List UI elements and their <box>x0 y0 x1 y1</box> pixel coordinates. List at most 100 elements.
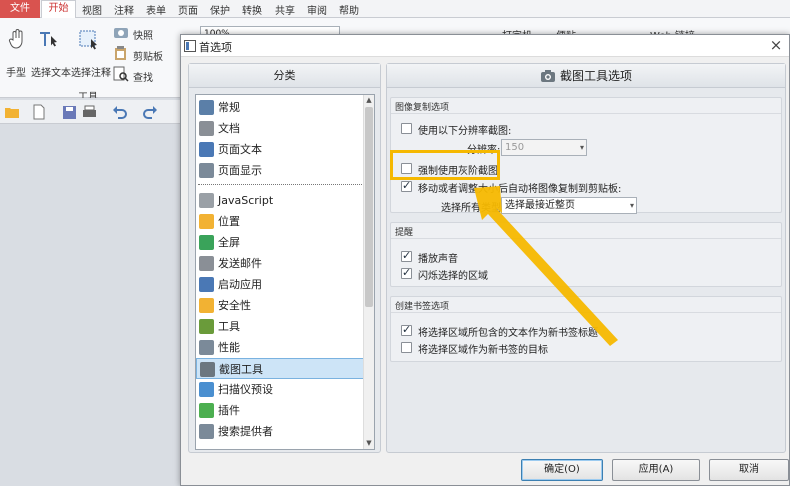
close-icon[interactable]: × <box>767 36 785 54</box>
highlight-box <box>390 150 500 180</box>
tab-convert[interactable]: 转换 <box>242 2 262 17</box>
find-icon[interactable] <box>113 66 129 82</box>
tab-protect[interactable]: 保护 <box>210 2 230 17</box>
category-list[interactable]: 常规文档页面文本页面显示 JavaScript 位置全屏发送邮件 启动应用安全性工具性… <box>195 94 375 450</box>
category-item[interactable]: 发送邮件 <box>196 253 366 274</box>
dialog-titlebar[interactable]: 首选项 × <box>181 35 789 57</box>
tab-page[interactable]: 页面 <box>178 2 198 17</box>
use-resolution-label: 使用以下分辨率截图: <box>418 126 512 137</box>
new-file-icon[interactable] <box>32 104 46 120</box>
tools-icon <box>199 319 214 334</box>
page-display-icon <box>199 163 214 178</box>
clipboard-label[interactable]: 剪贴板 <box>133 48 163 63</box>
move-copy-checkbox[interactable] <box>401 179 412 192</box>
document-area <box>0 98 181 486</box>
tab-comment[interactable]: 注释 <box>114 2 134 17</box>
category-item[interactable]: 常规 <box>196 97 366 118</box>
tab-share[interactable]: 共享 <box>275 2 295 17</box>
category-item[interactable]: 文档 <box>196 118 366 139</box>
category-item-label: 工具 <box>218 320 240 333</box>
tab-form[interactable]: 表单 <box>146 2 166 17</box>
resolution-value: 150 <box>505 142 525 153</box>
category-item[interactable]: 扫描仪预设 <box>196 379 366 400</box>
category-item-label: 常规 <box>218 101 240 114</box>
category-item-label: 页面文本 <box>218 143 262 156</box>
category-item-label: 位置 <box>218 215 240 228</box>
tab-view[interactable]: 视图 <box>82 2 102 17</box>
ok-button[interactable]: 确定(O) <box>521 459 603 481</box>
category-item-label: 全屏 <box>218 236 240 249</box>
category-item-label: 安全性 <box>218 299 251 312</box>
preferences-dialog: 首选项 × 分类 常规 文档 页面文本 页面显示 JavaScript 位置 全屏 发送邮件启… <box>180 34 790 486</box>
category-item[interactable]: 启动应用 <box>196 274 366 295</box>
text-as-title-checkbox[interactable] <box>401 323 412 336</box>
tab-help[interactable]: 帮助 <box>339 2 359 17</box>
apply-button[interactable]: 应用(A) <box>612 459 700 481</box>
snapshot-icon[interactable] <box>113 24 129 40</box>
tab-home[interactable]: 开始 <box>41 0 76 18</box>
reminder-group: 提醒 播放声音 闪烁选择的区域 <box>390 222 782 287</box>
save-icon[interactable] <box>62 105 77 120</box>
reminder-group-title: 提醒 <box>395 228 414 238</box>
tab-file[interactable]: 文件 <box>0 0 40 18</box>
as-target-checkbox[interactable] <box>401 342 412 353</box>
use-resolution-checkbox[interactable] <box>401 123 412 134</box>
category-item-label: 性能 <box>218 341 240 354</box>
open-folder-icon[interactable] <box>4 105 20 119</box>
resolution-combo[interactable]: 150 ▾ <box>501 139 587 156</box>
select-text-icon[interactable] <box>38 28 60 50</box>
bookmark-group: 创建书签选项 将选择区域所包含的文本作为新书签标题 将选择区域作为新书签的目标 <box>390 296 782 362</box>
as-target-label: 将选择区域作为新书签的目标 <box>418 345 548 356</box>
hand-tool-label: 手型 <box>6 68 26 79</box>
print-icon[interactable] <box>82 105 97 120</box>
general-icon <box>199 100 214 115</box>
category-item[interactable]: 性能 <box>196 337 366 358</box>
options-header-label: 截图工具选项 <box>559 69 632 83</box>
search-provider-icon <box>199 424 214 439</box>
camera-icon <box>540 70 555 82</box>
category-item[interactable]: JavaScript <box>196 190 366 211</box>
category-item-label: 文档 <box>218 122 240 135</box>
cancel-button[interactable]: 取消 <box>709 459 789 481</box>
category-item[interactable]: 位置 <box>196 211 366 232</box>
category-scrollbar[interactable]: ▲ ▼ <box>363 95 374 449</box>
category-item[interactable]: 页面显示 <box>196 160 366 181</box>
hand-icon[interactable] <box>6 28 28 50</box>
scroll-down-icon[interactable]: ▼ <box>365 438 373 448</box>
select-annotation-icon[interactable] <box>78 28 100 50</box>
email-icon <box>199 256 214 271</box>
tab-review[interactable]: 审阅 <box>307 2 327 17</box>
group-divider <box>391 312 781 313</box>
play-sound-checkbox[interactable] <box>401 249 412 262</box>
category-item[interactable]: 插件 <box>196 400 366 421</box>
flash-area-checkbox[interactable] <box>401 266 412 279</box>
scrollbar-thumb[interactable] <box>365 107 373 307</box>
find-label[interactable]: 查找 <box>133 69 153 84</box>
scroll-up-icon[interactable]: ▲ <box>365 95 373 105</box>
dialog-title: 首选项 <box>199 41 232 54</box>
category-item[interactable]: 工具 <box>196 316 366 337</box>
category-item-label: 扫描仪预设 <box>218 383 273 396</box>
category-item[interactable]: 全屏 <box>196 232 366 253</box>
category-item[interactable]: 截图工具 <box>196 358 366 379</box>
plugin-icon <box>199 403 214 418</box>
redo-icon[interactable] <box>142 104 158 120</box>
category-item[interactable]: 搜索提供者 <box>196 421 366 442</box>
snapshot-label[interactable]: 快照 <box>133 27 153 42</box>
move-copy-label: 移动或者调整大小后自动将图像复制到剪贴板: <box>418 184 622 195</box>
clipboard-icon[interactable] <box>113 45 129 61</box>
performance-icon <box>199 340 214 355</box>
options-header: 截图工具选项 <box>387 64 785 88</box>
category-item[interactable]: 页面文本 <box>196 139 366 160</box>
select-type-combo[interactable]: 选择最接近整页 ▾ <box>501 197 637 214</box>
select-type-value: 选择最接近整页 <box>505 200 575 211</box>
category-item[interactable]: 安全性 <box>196 295 366 316</box>
category-item-label: 搜索提供者 <box>218 425 273 438</box>
chevron-down-icon: ▾ <box>629 201 634 210</box>
undo-icon[interactable] <box>112 104 128 120</box>
select-type-label: 选择所有类型: <box>441 203 505 214</box>
category-item-label: JavaScript <box>218 194 274 207</box>
dialog-app-icon <box>184 40 196 52</box>
location-icon <box>199 214 214 229</box>
camera-icon <box>200 362 215 377</box>
